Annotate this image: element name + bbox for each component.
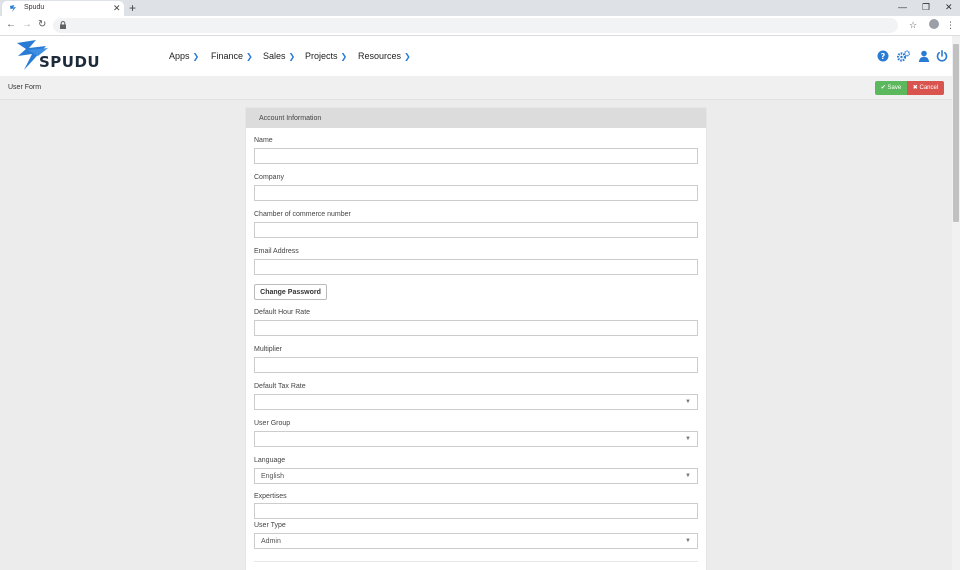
cancel-label: Cancel xyxy=(919,85,939,91)
address-bar[interactable] xyxy=(53,18,898,33)
nav-apps-label: Apps xyxy=(169,51,190,61)
nav-resources-label: Resources xyxy=(358,51,402,61)
nav-sales[interactable]: Sales ❯ xyxy=(263,51,295,61)
section-title: Account Information xyxy=(259,115,322,122)
multiplier-input[interactable] xyxy=(254,357,698,373)
spudu-logo[interactable]: SPUDU xyxy=(14,39,104,73)
page-scrollbar-thumb[interactable] xyxy=(953,44,959,222)
multiplier-label: Multiplier xyxy=(254,346,283,353)
browser-tabbar: Spudu ✕ + — ❐ ✕ xyxy=(0,0,960,16)
bookmark-star-icon[interactable]: ☆ xyxy=(909,19,917,31)
nav-sales-label: Sales xyxy=(263,51,286,61)
name-label: Name xyxy=(254,137,273,144)
email-label: Email Address xyxy=(254,248,299,255)
tab-title: Spudu xyxy=(24,4,45,11)
language-select[interactable]: English ▼ xyxy=(254,468,698,484)
nav-resources[interactable]: Resources ❯ xyxy=(358,51,411,61)
user-group-label: User Group xyxy=(254,420,291,427)
minimize-icon[interactable]: — xyxy=(898,2,907,13)
lock-icon xyxy=(60,21,66,29)
page-title: User Form xyxy=(8,84,42,91)
user-type-value: Admin xyxy=(261,538,281,545)
save-button[interactable]: ✔ Save xyxy=(875,81,907,95)
account-form-card: Account Information Name Company Chamber… xyxy=(246,108,706,570)
nav-projects[interactable]: Projects ❯ xyxy=(305,51,347,61)
power-icon[interactable] xyxy=(936,50,948,62)
coc-number-input[interactable] xyxy=(254,222,698,238)
user-type-select[interactable]: Admin ▼ xyxy=(254,533,698,549)
tax-rate-label: Default Tax Rate xyxy=(254,383,306,390)
chevron-down-icon: ❯ xyxy=(404,52,411,61)
cancel-button[interactable]: ✖ Cancel xyxy=(907,81,944,95)
restore-icon[interactable]: ❐ xyxy=(922,2,930,13)
company-label: Company xyxy=(254,174,284,181)
chevron-down-icon: ❯ xyxy=(192,52,200,61)
browser-toolbar: ← → ↻ ☆ ⋮ xyxy=(0,16,960,36)
nav-projects-label: Projects xyxy=(305,51,338,61)
kebab-menu-icon[interactable]: ⋮ xyxy=(946,19,955,31)
email-input[interactable] xyxy=(254,259,698,275)
app-header: SPUDU Apps ❯ Finance ❯ Sales ❯ Projects ❯ Re… xyxy=(0,36,960,76)
forward-icon[interactable]: → xyxy=(22,19,32,31)
change-password-button[interactable]: Change Password xyxy=(254,284,327,300)
nav-apps[interactable]: Apps ❯ xyxy=(169,51,199,61)
svg-text:?: ? xyxy=(881,52,886,61)
save-label: Save xyxy=(887,85,902,91)
chevron-down-icon: ❯ xyxy=(288,52,296,61)
user-type-label: User Type xyxy=(254,522,286,529)
tab-close-icon[interactable]: ✕ xyxy=(113,3,121,13)
nav-finance-label: Finance xyxy=(211,51,244,61)
x-icon: ✖ xyxy=(912,85,920,91)
window-close-icon[interactable]: ✕ xyxy=(945,2,953,13)
caret-down-icon: ▼ xyxy=(685,538,691,544)
card-header: Account Information xyxy=(246,108,706,128)
tax-rate-select[interactable]: ▼ xyxy=(254,394,698,410)
new-tab-icon[interactable]: + xyxy=(129,1,136,15)
logo-text: SPUDU xyxy=(39,53,101,71)
nav-finance[interactable]: Finance ❯ xyxy=(211,51,253,61)
user-icon[interactable] xyxy=(918,50,930,62)
check-icon: ✔ xyxy=(880,85,888,91)
caret-down-icon: ▼ xyxy=(685,436,691,442)
language-value: English xyxy=(261,473,284,480)
reload-icon[interactable]: ↻ xyxy=(38,19,46,31)
spudu-favicon-icon xyxy=(10,5,16,12)
help-icon[interactable]: ? xyxy=(877,50,889,62)
company-input[interactable] xyxy=(254,185,698,201)
expertises-input[interactable] xyxy=(254,503,698,519)
browser-tab[interactable]: Spudu ✕ xyxy=(2,1,124,16)
user-group-select[interactable]: ▼ xyxy=(254,431,698,447)
back-icon[interactable]: ← xyxy=(6,19,16,31)
caret-down-icon: ▼ xyxy=(685,399,691,405)
hour-rate-label: Default Hour Rate xyxy=(254,309,311,316)
hour-rate-input[interactable] xyxy=(254,320,698,336)
name-input[interactable] xyxy=(254,148,698,164)
chevron-down-icon: ❯ xyxy=(246,52,253,61)
profile-avatar-icon[interactable] xyxy=(929,19,939,29)
caret-down-icon: ▼ xyxy=(685,473,691,479)
card-divider xyxy=(254,561,698,562)
coc-label: Chamber of commerce number xyxy=(254,211,351,218)
settings-gears-icon[interactable] xyxy=(897,50,910,62)
expertises-label: Expertises xyxy=(254,493,287,500)
chevron-down-icon: ❯ xyxy=(340,52,348,61)
language-label: Language xyxy=(254,457,286,464)
page-titlebar: User Form ✔ Save ✖ Cancel xyxy=(0,76,952,100)
